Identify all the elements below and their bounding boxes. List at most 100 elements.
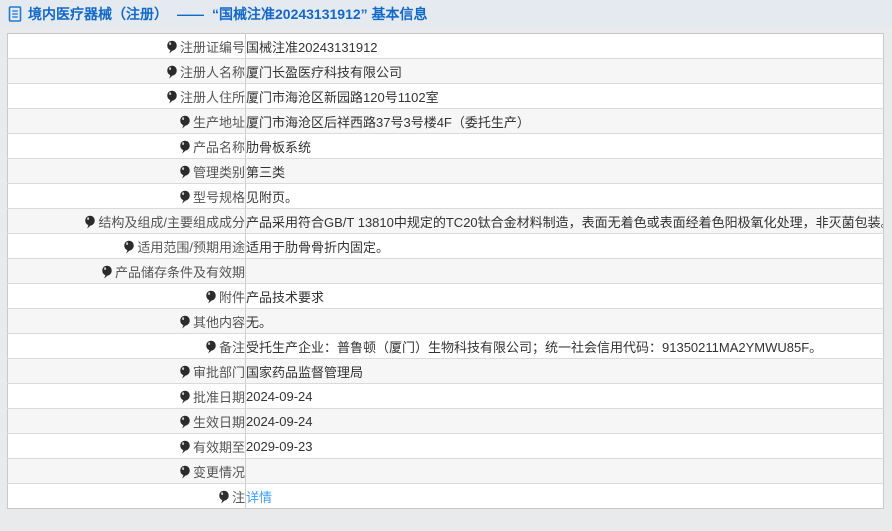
row-label: 变更情况 bbox=[7, 458, 246, 484]
pin-icon bbox=[179, 440, 191, 454]
row-label-text: 变更情况 bbox=[192, 464, 245, 480]
table-row: 变更情况 bbox=[7, 458, 884, 484]
table-row: 注册人名称 厦门长盈医疗科技有限公司 bbox=[7, 58, 884, 84]
row-label-text: 生效日期 bbox=[192, 414, 245, 430]
row-value-text: 厦门市海沧区后祥西路37号3号楼4F（委托生产） bbox=[246, 114, 530, 130]
row-label: 有效期至 bbox=[7, 433, 246, 459]
row-label-text: 有效期至 bbox=[192, 439, 245, 455]
row-label-text: 生产地址 bbox=[192, 114, 245, 130]
table-row: 注 详情 bbox=[7, 483, 884, 509]
registration-info-panel: 注册证编号 国械注准20243131912 注册人名称 厦门长盈医疗科技有限公司… bbox=[7, 33, 884, 509]
row-label-text: 型号规格 bbox=[192, 189, 245, 205]
row-value: 2024-09-24 bbox=[245, 383, 884, 409]
table-row: 注册证编号 国械注准20243131912 bbox=[7, 33, 884, 59]
row-value-text: 产品技术要求 bbox=[246, 289, 325, 305]
table-row: 注册人住所 厦门市海沧区新园路120号1102室 bbox=[7, 83, 884, 109]
row-label-text: 其他内容 bbox=[192, 314, 245, 330]
table-row: 审批部门 国家药品监督管理局 bbox=[7, 358, 884, 384]
row-label: 注册证编号 bbox=[7, 33, 246, 59]
row-label-text: 注册证编号 bbox=[179, 39, 245, 55]
row-value-text: 国械注准20243131912 bbox=[246, 39, 378, 55]
row-label: 注册人住所 bbox=[7, 83, 246, 109]
row-label-text: 批准日期 bbox=[192, 389, 245, 405]
row-value: 肋骨板系统 bbox=[245, 133, 884, 159]
pin-icon bbox=[218, 490, 230, 504]
row-value-text: 2024-09-24 bbox=[246, 388, 313, 404]
row-value: 厦门长盈医疗科技有限公司 bbox=[245, 58, 884, 84]
row-label: 生效日期 bbox=[7, 408, 246, 434]
row-value-text: 受托生产企业：普鲁顿（厦门）生物科技有限公司；统一社会信用代码：91350211… bbox=[246, 339, 823, 355]
breadcrumb-prefix: 境内医疗器械（注册） bbox=[28, 6, 168, 22]
row-value-text: 第三类 bbox=[246, 164, 286, 180]
row-value bbox=[245, 258, 884, 284]
row-label-text: 注册人名称 bbox=[179, 64, 245, 80]
row-value: 第三类 bbox=[245, 158, 884, 184]
table-row: 生产地址 厦门市海沧区后祥西路37号3号楼4F（委托生产） bbox=[7, 108, 884, 134]
row-value: 国家药品监督管理局 bbox=[245, 358, 884, 384]
table-row: 有效期至 2029-09-23 bbox=[7, 433, 884, 459]
table-row: 批准日期 2024-09-24 bbox=[7, 383, 884, 409]
row-value: 厦门市海沧区新园路120号1102室 bbox=[245, 83, 884, 109]
row-label: 审批部门 bbox=[7, 358, 246, 384]
row-value-text: 见附页。 bbox=[246, 189, 299, 205]
pin-icon bbox=[179, 415, 191, 429]
row-label-text: 附件 bbox=[218, 289, 245, 305]
row-label: 型号规格 bbox=[7, 183, 246, 209]
pin-icon bbox=[123, 240, 135, 254]
page-title: “国械注准20243131912” 基本信息 bbox=[212, 6, 428, 22]
info-table: 注册证编号 国械注准20243131912 注册人名称 厦门长盈医疗科技有限公司… bbox=[7, 33, 884, 509]
row-label: 适用范围/预期用途 bbox=[7, 233, 246, 259]
pin-icon bbox=[101, 265, 113, 279]
row-label-text: 产品名称 bbox=[192, 139, 245, 155]
pin-icon bbox=[205, 340, 217, 354]
row-value: 产品技术要求 bbox=[245, 283, 884, 309]
row-value-text: 适用于肋骨骨折内固定。 bbox=[246, 239, 390, 255]
document-icon bbox=[8, 6, 22, 22]
row-label: 注 bbox=[7, 483, 246, 509]
row-value: 国械注准20243131912 bbox=[245, 33, 884, 59]
row-value: 产品采用符合GB/T 13810中规定的TC20钛合金材料制造，表面无着色或表面… bbox=[245, 208, 884, 234]
pin-icon bbox=[179, 190, 191, 204]
row-value: 2024-09-24 bbox=[245, 408, 884, 434]
row-value-text: 无。 bbox=[246, 314, 273, 330]
pin-icon bbox=[179, 115, 191, 129]
row-value-text: 厦门长盈医疗科技有限公司 bbox=[246, 64, 403, 80]
row-value: 厦门市海沧区后祥西路37号3号楼4F（委托生产） bbox=[245, 108, 884, 134]
row-label: 生产地址 bbox=[7, 108, 246, 134]
table-row: 型号规格 见附页。 bbox=[7, 183, 884, 209]
table-row: 其他内容 无。 bbox=[7, 308, 884, 334]
row-label-text: 注 bbox=[231, 489, 245, 505]
row-label: 产品名称 bbox=[7, 133, 246, 159]
row-label: 管理类别 bbox=[7, 158, 246, 184]
table-row: 生效日期 2024-09-24 bbox=[7, 408, 884, 434]
row-value-text: 2024-09-24 bbox=[246, 413, 313, 429]
breadcrumb-dash: —— bbox=[177, 6, 204, 22]
row-label-text: 审批部门 bbox=[192, 364, 245, 380]
row-label-text: 注册人住所 bbox=[179, 89, 245, 105]
row-value: 详情 bbox=[246, 484, 884, 509]
row-label: 注册人名称 bbox=[7, 58, 246, 84]
pin-icon bbox=[179, 365, 191, 379]
row-label-text: 管理类别 bbox=[192, 164, 245, 180]
table-row: 附件 产品技术要求 bbox=[7, 283, 884, 309]
table-row: 产品储存条件及有效期 bbox=[7, 258, 884, 284]
row-label: 附件 bbox=[7, 283, 246, 309]
row-value: 适用于肋骨骨折内固定。 bbox=[245, 233, 884, 259]
row-value-text: 厦门市海沧区新园路120号1102室 bbox=[246, 89, 439, 105]
row-label: 备注 bbox=[7, 333, 246, 359]
row-label-text: 适用范围/预期用途 bbox=[137, 239, 245, 255]
table-row: 备注 受托生产企业：普鲁顿（厦门）生物科技有限公司；统一社会信用代码：91350… bbox=[7, 333, 884, 359]
pin-icon bbox=[205, 290, 217, 304]
row-value: 见附页。 bbox=[245, 183, 884, 209]
row-label: 产品储存条件及有效期 bbox=[7, 258, 246, 284]
pin-icon bbox=[166, 65, 178, 79]
row-label-text: 产品储存条件及有效期 bbox=[114, 264, 245, 280]
pin-icon bbox=[179, 165, 191, 179]
details-link[interactable]: 详情 bbox=[246, 490, 272, 505]
pin-icon bbox=[179, 315, 191, 329]
table-row: 管理类别 第三类 bbox=[7, 158, 884, 184]
row-value-text: 国家药品监督管理局 bbox=[246, 364, 364, 380]
row-value: 2029-09-23 bbox=[245, 433, 884, 459]
row-value-text: 产品采用符合GB/T 13810中规定的TC20钛合金材料制造，表面无着色或表面… bbox=[246, 214, 884, 230]
row-label-text: 备注 bbox=[218, 339, 245, 355]
